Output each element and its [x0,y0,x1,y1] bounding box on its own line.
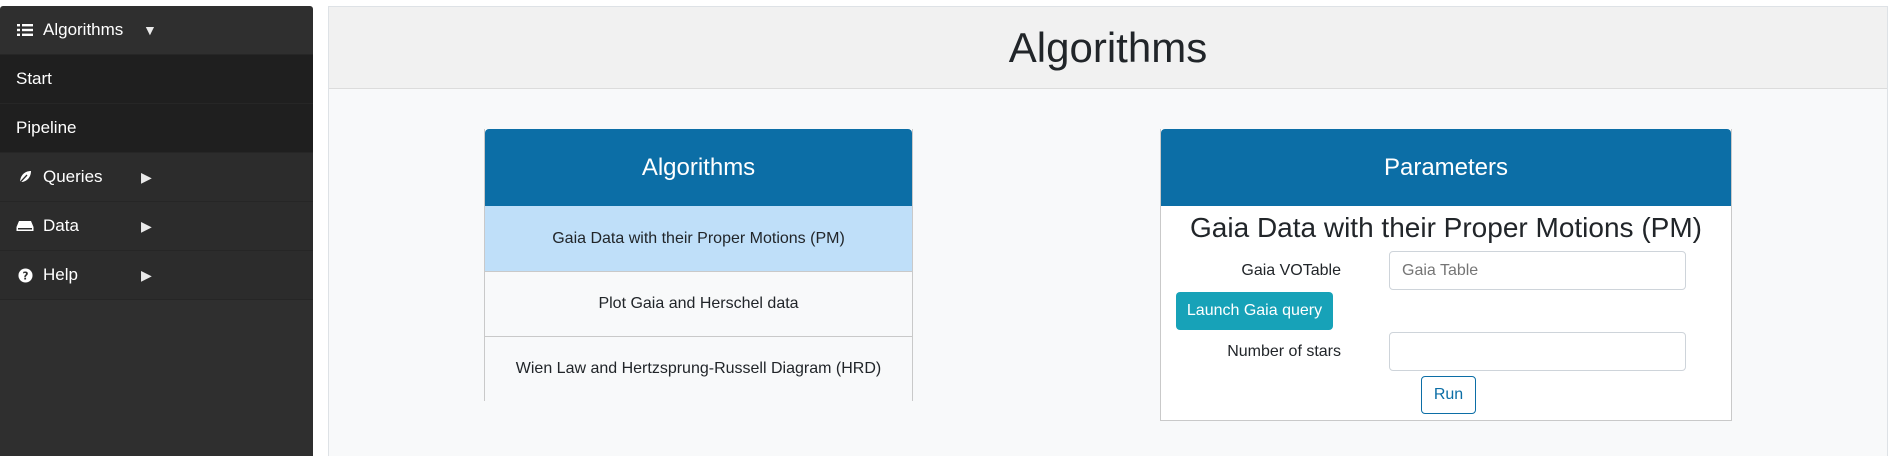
sidebar-item-label: Start [16,69,52,88]
question-circle-icon: ? [16,266,34,284]
page-title: Algorithms [1008,23,1208,71]
algorithms-card-header: Algorithms [485,129,912,206]
sidebar-item-queries[interactable]: Queries ▶ [0,153,313,202]
parameters-card-header: Parameters [1161,129,1731,206]
sidebar-item-pipeline[interactable]: Pipeline [0,104,313,153]
number-of-stars-input[interactable] [1389,332,1686,371]
hdd-icon [16,217,34,235]
caret-right-icon: ▶ [141,168,152,185]
parameters-card: Parameters Gaia Data with their Proper M… [1160,129,1732,421]
sidebar-item-data[interactable]: Data ▶ [0,202,313,251]
page-header: Algorithms [329,7,1887,89]
sidebar-item-algorithms[interactable]: Algorithms ▼ [0,6,313,55]
sidebar-item-label: Pipeline [16,118,77,137]
parameters-title: Gaia Data with their Proper Motions (PM) [1190,212,1702,243]
svg-text:?: ? [22,270,28,282]
caret-down-icon: ▼ [143,22,157,38]
number-of-stars-label: Number of stars [1227,343,1341,360]
sidebar-item-label: Help [43,265,78,284]
sidebar: Algorithms ▼ Start Pipeline Queries ▶ Da… [0,6,313,456]
algorithm-item-gaia-pm[interactable]: Gaia Data with their Proper Motions (PM) [485,206,912,271]
list-icon [16,21,34,39]
sidebar-item-label: Queries [43,167,103,186]
leaf-icon [16,168,34,186]
caret-right-icon: ▶ [141,266,152,283]
sidebar-item-start[interactable]: Start [0,55,313,104]
sidebar-item-help[interactable]: ? Help ▶ [0,251,313,300]
gaia-votable-label: Gaia VOTable [1241,262,1341,279]
main-panel: Algorithms Algorithms Gaia Data with the… [328,6,1888,456]
caret-right-icon: ▶ [141,217,152,234]
algorithm-item-wien-hrd[interactable]: Wien Law and Hertzsprung-Russell Diagram… [485,336,912,401]
sidebar-item-label: Algorithms [43,20,124,39]
algorithms-card: Algorithms Gaia Data with their Proper M… [484,129,913,401]
launch-gaia-query-button[interactable]: Launch Gaia query [1176,292,1333,330]
sidebar-item-label: Data [43,216,79,235]
algorithm-item-gaia-herschel[interactable]: Plot Gaia and Herschel data [485,271,912,336]
run-button[interactable]: Run [1421,376,1476,414]
gaia-votable-input[interactable] [1389,251,1686,290]
